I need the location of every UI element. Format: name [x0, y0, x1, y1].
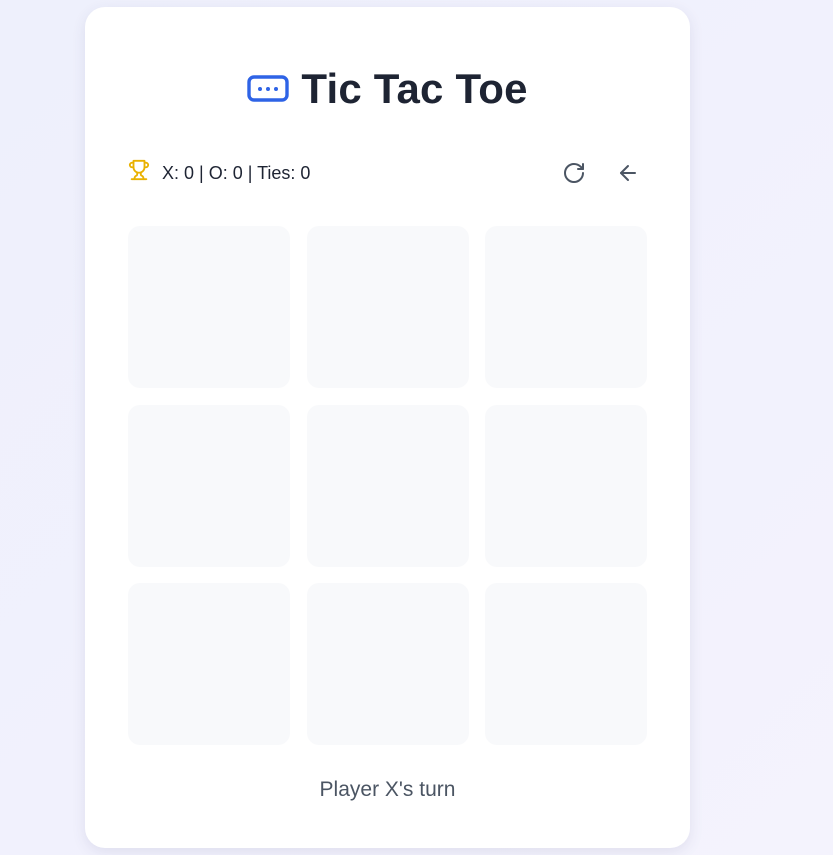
board-cell-8[interactable] — [306, 583, 469, 745]
arrow-left-icon — [616, 161, 640, 185]
back-button[interactable] — [611, 156, 645, 190]
board-cell-6[interactable] — [485, 404, 647, 567]
score-text: X: 0 | O: 0 | Ties: 0 — [162, 162, 311, 183]
header: Tic Tac Toe — [85, 59, 690, 119]
board-cell-1[interactable] — [128, 226, 290, 388]
turn-status: Player X's turn — [319, 778, 456, 801]
board-cell-3[interactable] — [485, 226, 647, 388]
restart-button[interactable] — [557, 156, 591, 190]
gamepad-icon — [247, 74, 290, 104]
action-buttons — [557, 156, 647, 190]
trophy-icon — [128, 159, 150, 181]
board-cell-2[interactable] — [306, 226, 469, 388]
scoreboard: X: 0 | O: 0 | Ties: 0 — [128, 159, 311, 184]
page-title: Tic Tac Toe — [301, 65, 528, 112]
board-cell-5[interactable] — [306, 404, 469, 567]
board-cell-4[interactable] — [128, 404, 290, 567]
board-cell-7[interactable] — [128, 583, 290, 745]
game-card: Tic Tac Toe X: 0 | O: 0 | Ties: 0 Player… — [85, 7, 690, 848]
restart-icon — [562, 161, 586, 185]
game-board — [128, 226, 647, 745]
board-cell-9[interactable] — [485, 583, 647, 745]
toolbar: X: 0 | O: 0 | Ties: 0 — [128, 149, 647, 197]
